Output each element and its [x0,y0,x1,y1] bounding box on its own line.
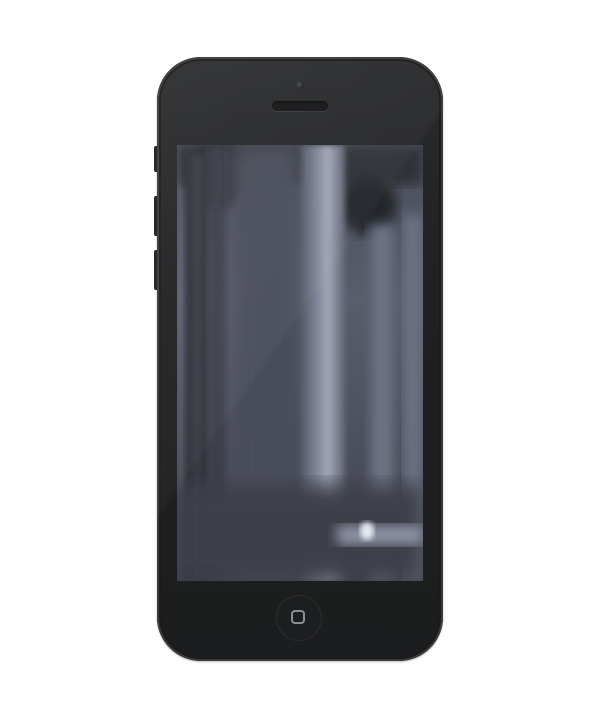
home-square-icon [291,610,305,624]
page-canvas [0,0,600,720]
phone-device [157,57,443,661]
phone-screen[interactable] [177,145,423,581]
home-button[interactable] [276,595,322,641]
camera-icon [296,81,304,89]
earpiece-speaker-icon [272,101,328,111]
screen-video-frame [177,145,423,581]
